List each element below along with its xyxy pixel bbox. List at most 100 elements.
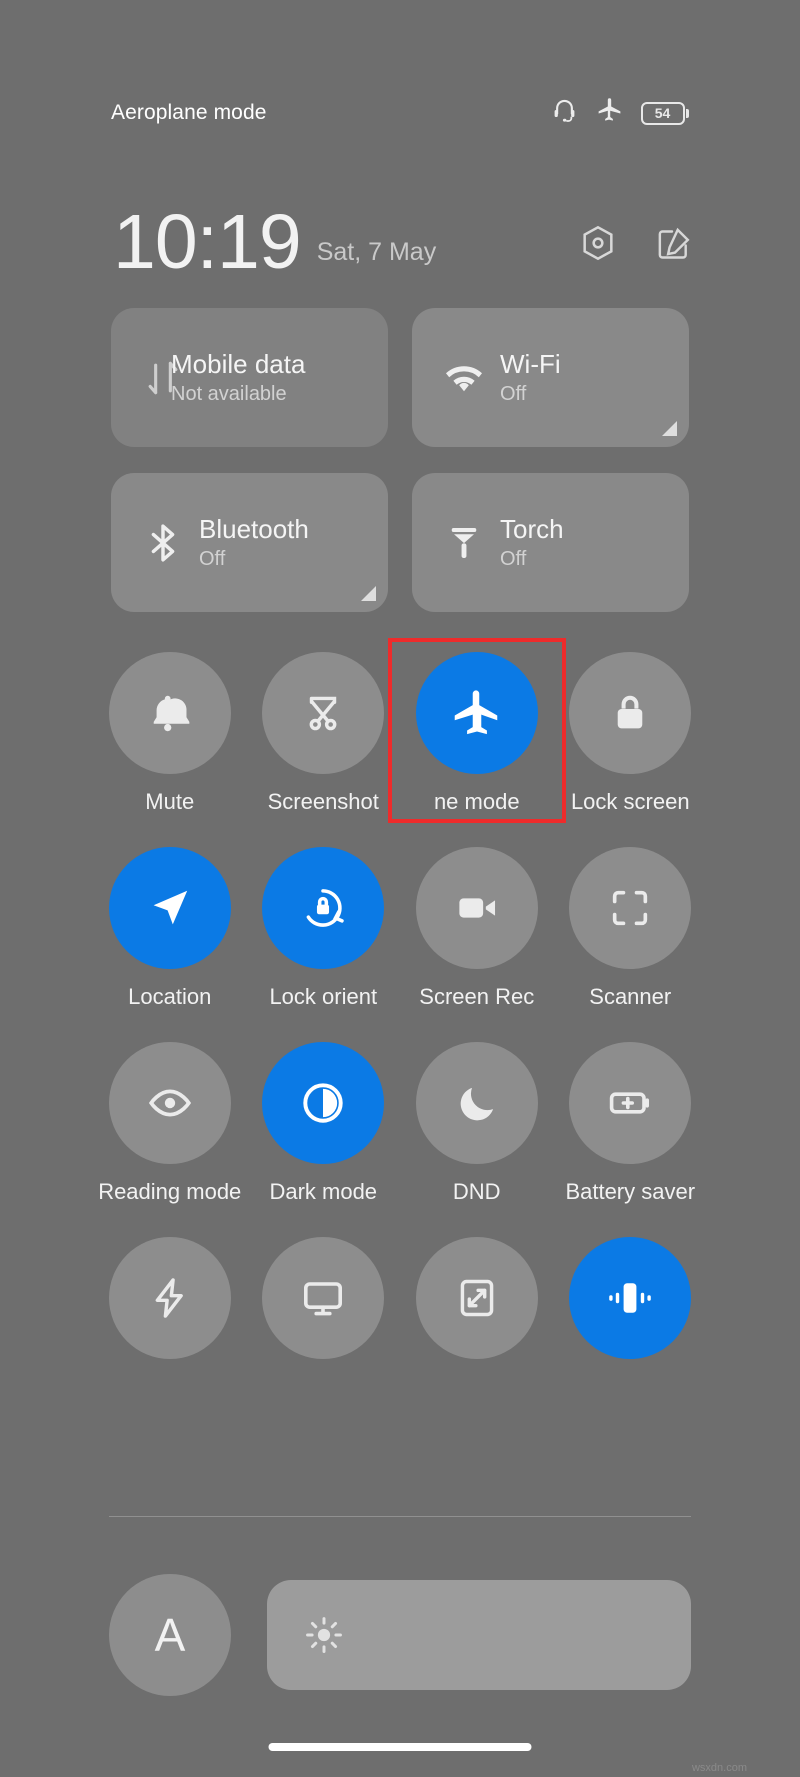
current-time: 10:19 bbox=[113, 199, 302, 286]
toggle-vibrate[interactable] bbox=[554, 1237, 708, 1387]
edit-pencil-icon[interactable] bbox=[654, 224, 693, 268]
battery-plus-icon bbox=[610, 1092, 650, 1114]
toggle-circle[interactable] bbox=[415, 1042, 538, 1164]
toggle-circle[interactable] bbox=[108, 1237, 231, 1359]
toggle-label: Dark mode bbox=[269, 1179, 378, 1204]
auto-brightness-button[interactable]: A bbox=[109, 1574, 231, 1696]
toggle-circle[interactable] bbox=[415, 847, 538, 969]
resize-expand-icon bbox=[460, 1279, 494, 1317]
watermark: wsxdn.com bbox=[691, 1762, 747, 1774]
tile-torch[interactable]: Torch Off bbox=[412, 473, 689, 612]
toggle-lock-orientation[interactable]: Lock orient bbox=[247, 847, 401, 1042]
toggle-mute[interactable]: Mute bbox=[93, 652, 247, 847]
toggle-label: Reading mode bbox=[98, 1179, 242, 1204]
battery-indicator: 54 bbox=[640, 101, 689, 125]
toggle-circle[interactable] bbox=[108, 652, 231, 774]
toggle-circle[interactable] bbox=[569, 1237, 692, 1359]
toggle-lock-screen[interactable]: Lock screen bbox=[554, 652, 708, 847]
toggle-cast[interactable] bbox=[247, 1237, 401, 1387]
location-arrow-icon bbox=[153, 890, 187, 925]
tile-wifi[interactable]: Wi-Fi Off bbox=[412, 308, 689, 447]
toggle-label: Screenshot bbox=[267, 789, 379, 814]
toggle-scanner[interactable]: Scanner bbox=[554, 847, 708, 1042]
toggle-circle[interactable] bbox=[262, 1237, 385, 1359]
toggle-label: Location bbox=[128, 984, 212, 1009]
toggle-circle[interactable] bbox=[262, 652, 385, 774]
battery-percentage: 54 bbox=[654, 105, 671, 121]
toggle-dark-mode[interactable]: Dark mode bbox=[247, 1042, 401, 1237]
auto-brightness-label: A bbox=[154, 1609, 186, 1661]
status-bar-icons: 54 bbox=[551, 96, 689, 130]
section-divider bbox=[109, 1516, 691, 1517]
toggle-grid: Mute Screenshot ne mode Lock screen Loca… bbox=[47, 638, 753, 1387]
toggle-circle[interactable] bbox=[569, 652, 692, 774]
toggle-label: DND bbox=[452, 1179, 501, 1204]
tile-mobile-data-title: Mobile data bbox=[171, 348, 306, 379]
toggle-location[interactable]: Location bbox=[93, 847, 247, 1042]
toggle-screen-recorder[interactable]: Screen Rec bbox=[400, 847, 554, 1042]
wifi-icon bbox=[434, 354, 494, 402]
tile-bluetooth-subtitle: Off bbox=[199, 548, 226, 571]
rotation-lock-icon bbox=[306, 889, 344, 927]
toggle-label: Mute bbox=[145, 789, 195, 814]
contrast-circle-icon bbox=[303, 1083, 343, 1123]
scan-frame-icon bbox=[613, 890, 648, 926]
tile-mobile-data[interactable]: Mobile data Not available bbox=[111, 308, 388, 447]
tile-wifi-title: Wi-Fi bbox=[500, 348, 561, 379]
toggle-circle[interactable] bbox=[262, 1042, 385, 1164]
brightness-section: A bbox=[109, 1574, 691, 1696]
hexagon-settings-icon[interactable] bbox=[578, 223, 618, 268]
toggle-row: Reading mode Dark mode DND Battery saver bbox=[93, 1042, 707, 1237]
tile-torch-subtitle: Off bbox=[500, 548, 527, 571]
toggle-circle[interactable] bbox=[569, 1042, 692, 1164]
toggle-circle[interactable] bbox=[108, 847, 231, 969]
bell-mute-icon bbox=[153, 695, 190, 732]
toggle-circle[interactable] bbox=[415, 1237, 538, 1359]
tile-wifi-subtitle: Off bbox=[500, 383, 527, 406]
toggle-circle[interactable] bbox=[569, 847, 692, 969]
toggle-resize[interactable] bbox=[400, 1237, 554, 1387]
toggle-row: Location Lock orient Screen Rec Scanner bbox=[93, 847, 707, 1042]
lightning-bolt-icon bbox=[155, 1278, 183, 1318]
tile-bluetooth[interactable]: Bluetooth Off bbox=[111, 473, 388, 612]
tile-bluetooth-title: Bluetooth bbox=[199, 513, 309, 544]
headset-icon bbox=[551, 97, 578, 129]
toggle-label: Screen Rec bbox=[419, 984, 535, 1009]
toggle-label: ne mode bbox=[433, 789, 520, 814]
vibrate-icon bbox=[609, 1283, 652, 1313]
video-camera-icon bbox=[459, 898, 495, 918]
toggle-battery-saver[interactable]: Battery saver bbox=[554, 1042, 708, 1237]
toggle-quick-charge[interactable] bbox=[93, 1237, 247, 1387]
toggle-circle[interactable] bbox=[108, 1042, 231, 1164]
toggle-reading-mode[interactable]: Reading mode bbox=[93, 1042, 247, 1237]
big-tile-row: Mobile data Not available Wi-Fi Off bbox=[111, 308, 689, 447]
toggle-screenshot[interactable]: Screenshot bbox=[247, 652, 401, 847]
toggle-aeroplane-mode[interactable]: ne mode bbox=[387, 638, 566, 847]
tile-mobile-data-subtitle: Not available bbox=[171, 383, 287, 406]
screenshot-icon bbox=[309, 696, 337, 731]
toggle-circle[interactable] bbox=[415, 652, 538, 774]
airplane-icon bbox=[454, 690, 497, 735]
big-tile-row: Bluetooth Off Torch Off bbox=[111, 473, 689, 612]
tile-wifi-expand-corner[interactable] bbox=[662, 421, 677, 436]
status-bar: Aeroplane mode 54 bbox=[47, 92, 753, 134]
moon-icon bbox=[460, 1087, 493, 1121]
toggle-label: Lock screen bbox=[570, 789, 690, 814]
quick-settings-panel: Aeroplane mode 54 10:19 Sat, 7 May Mobil… bbox=[47, 0, 753, 1777]
cast-monitor-icon bbox=[304, 1282, 343, 1316]
clock-header: 10:19 Sat, 7 May bbox=[47, 178, 753, 286]
toggle-row: Mute Screenshot ne mode Lock screen bbox=[93, 638, 708, 847]
lock-icon bbox=[617, 695, 643, 729]
brightness-slider[interactable] bbox=[267, 1580, 691, 1690]
toggle-row bbox=[93, 1237, 707, 1387]
tile-torch-title: Torch bbox=[500, 513, 564, 544]
toggle-dnd[interactable]: DND bbox=[400, 1042, 554, 1237]
sun-icon bbox=[306, 1617, 342, 1653]
toggle-circle[interactable] bbox=[262, 847, 385, 969]
header-actions bbox=[578, 223, 693, 268]
bluetooth-icon bbox=[133, 520, 193, 566]
toggle-label: Scanner bbox=[589, 984, 672, 1009]
tile-bluetooth-expand-corner[interactable] bbox=[361, 586, 376, 601]
status-bar-title: Aeroplane mode bbox=[111, 101, 267, 124]
current-date: Sat, 7 May bbox=[316, 238, 437, 266]
